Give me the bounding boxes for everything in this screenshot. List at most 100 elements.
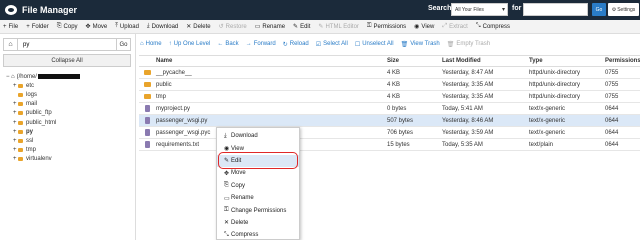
context-menu-item-rename[interactable]: ▭ Rename [217, 192, 299, 204]
tree-item-tmp[interactable]: + tmp [6, 146, 134, 155]
nav-button-label: Home [145, 41, 162, 47]
rename-icon: ▭ [254, 24, 261, 30]
toolbar-view-button[interactable]: ◉ View [414, 23, 434, 31]
toolbar-button-label: Copy [63, 23, 78, 30]
search-scope-select[interactable]: All Your Files [451, 3, 508, 16]
context-menu-item-copy[interactable]: ⎘ Copy [217, 180, 299, 192]
tree-item-logs[interactable]: logs [6, 90, 134, 99]
toolbar-upload-button[interactable]: ⤒ Upload [115, 23, 139, 30]
path-go-button[interactable]: Go [116, 39, 130, 50]
folder-icon [18, 138, 23, 143]
toolbar-folder-button[interactable]: + Folder [26, 24, 49, 30]
nav-empty-trash-button[interactable]: 🗑 Empty Trash [447, 41, 490, 48]
column-header-size[interactable]: Size [387, 58, 442, 64]
toolbar-button-label: Folder [31, 23, 49, 30]
plus-icon: + [3, 23, 7, 30]
nav-select-all-button[interactable]: ☑ Select All [316, 41, 348, 48]
sidebar: ⌂ Go Collapse All − ⌂ (/home/ +etclogs +m… [0, 34, 136, 240]
collapse-all-button[interactable]: Collapse All [3, 54, 131, 67]
context-menu-item-move[interactable]: ✥ Move [217, 167, 299, 179]
file-name: passenger_wsgi.py [156, 117, 208, 124]
file-permissions: 0755 [605, 81, 619, 88]
context-menu-item-label: Download [231, 133, 258, 140]
column-header-type[interactable]: Type [529, 58, 605, 64]
toolbar-permissions-button[interactable]: ⚿ Permissions [367, 23, 406, 30]
toolbar-copy-button[interactable]: ⎘ Copy [57, 23, 78, 30]
folder-icon [18, 102, 23, 107]
tree-item-public-ftp[interactable]: + public_ftp [6, 109, 134, 118]
path-bar: ⌂ Go [3, 38, 131, 51]
toolbar-edit-button[interactable]: ✎ Edit [293, 23, 310, 31]
tree-item-public-html[interactable]: + public_html [6, 118, 134, 127]
file-name: tmp [156, 93, 167, 100]
nav-button-label: Unselect All [362, 41, 394, 47]
toolbar-compress-button[interactable]: ⤡ Compress [476, 23, 510, 30]
tree-root[interactable]: − ⌂ (/home/ [6, 72, 134, 81]
home-icon: ⌂ [11, 73, 15, 80]
tree-item-label: public_html [26, 119, 57, 126]
toolbar-move-button[interactable]: ✥ Move [86, 23, 108, 31]
column-header-name[interactable]: Name [156, 58, 387, 64]
path-input[interactable] [18, 39, 116, 50]
toolbar-rename-button[interactable]: ▭ Rename [254, 23, 285, 31]
forward-icon: → [245, 41, 252, 47]
column-header-modified[interactable]: Last Modified [442, 58, 529, 64]
nav-forward-button[interactable]: → Forward [246, 41, 276, 47]
tree-item-etc[interactable]: + etc [6, 81, 134, 90]
toolbar-delete-button[interactable]: ✕ Delete [186, 23, 210, 31]
nav-back-button[interactable]: ← Back [217, 41, 238, 47]
folder-icon [18, 111, 23, 116]
toolbar-download-button[interactable]: ⤓ Download [147, 23, 178, 30]
context-menu-item-download[interactable]: ⤓ Download [217, 130, 299, 142]
context-menu-item-change-permissions[interactable]: ⚿ Change Permissions [217, 204, 299, 216]
table-row[interactable]: requirements.txt 15 bytes Today, 5:35 AM te… [139, 139, 640, 151]
table-row[interactable]: myproject.py 0 bytes Today, 5:41 AM text/x-… [139, 103, 640, 115]
file-icon [145, 117, 150, 124]
table-row[interactable]: passenger_wsgi.py 507 bytes Yesterday, 8:4… [139, 115, 640, 127]
table-row[interactable]: passenger_wsgi.pyc 706 bytes Yesterday, 3:… [139, 127, 640, 139]
home-icon[interactable]: ⌂ [4, 39, 18, 50]
nav-home-button[interactable]: ⌂ Home [140, 41, 162, 47]
context-menu-item-compress[interactable]: ⤡ Compress [217, 229, 299, 240]
context-menu-item-label: Delete [231, 219, 249, 226]
nav-button-label: Reload [289, 41, 309, 47]
table-row[interactable]: tmp 4 KB Yesterday, 3:35 AM httpd/unix-dire… [139, 91, 640, 103]
search-go-button[interactable]: Go [592, 3, 606, 16]
folder-icon [144, 82, 151, 87]
table-body: __pycache__ 4 KB Yesterday, 8:47 AM httpd/u… [139, 67, 640, 151]
rename-icon: ▭ [224, 195, 230, 202]
tree-item-virtualenv[interactable]: + virtualenv [6, 155, 134, 164]
nav-up-one-level-button[interactable]: ↑ Up One Level [169, 41, 211, 47]
permissions-icon: ⚿ [224, 207, 229, 214]
tree-item-label: py [26, 128, 34, 135]
tree-item-mail[interactable]: + mail [6, 100, 134, 109]
file-size: 0 bytes [387, 105, 407, 112]
nav-view-trash-button[interactable]: 🗑 View Trash [401, 41, 440, 48]
permissions-icon: ⚿ [366, 23, 372, 29]
search-input[interactable] [523, 3, 588, 16]
tree-item-py[interactable]: + py [6, 127, 134, 136]
file-name: public [156, 81, 172, 88]
file-name: myproject.py [156, 105, 191, 112]
toolbar-extract-button[interactable]: ⤢ Extract [442, 23, 467, 30]
table-row[interactable]: __pycache__ 4 KB Yesterday, 8:47 AM httpd/u… [139, 67, 640, 79]
toolbar-file-button[interactable]: + File [3, 24, 18, 30]
nav-unselect-all-button[interactable]: ☐ Unselect All [355, 41, 394, 48]
column-header-permissions[interactable]: Permissions [605, 58, 640, 64]
context-menu: ⤓ Download ◉ View ✎ Edit ✥ Move ⎘ Copy ▭ Rename ⚿ Cha… [216, 127, 300, 240]
tree-item-ssl[interactable]: + ssl [6, 136, 134, 145]
toolbar-html-editor-button[interactable]: ✎ HTML Editor [318, 23, 358, 31]
settings-button[interactable]: ⚙ Settings [608, 3, 639, 16]
download-icon: ⤓ [224, 132, 227, 139]
tree-item-label: mail [26, 101, 38, 108]
file-modified: Yesterday, 3:35 AM [442, 81, 494, 88]
toolbar-restore-button[interactable]: ↺ Restore [219, 23, 247, 31]
table-row[interactable]: public 4 KB Yesterday, 3:35 AM httpd/unix-d… [139, 79, 640, 91]
back-icon: ← [217, 41, 224, 47]
file-permissions: 0755 [605, 93, 619, 100]
toolbar-button-label: Extract [449, 23, 468, 30]
nav-reload-button[interactable]: ↻ Reload [283, 41, 309, 48]
folder-icon [18, 83, 23, 88]
context-menu-item-delete[interactable]: ✕ Delete [217, 217, 299, 229]
html-editor-icon: ✎ [318, 24, 324, 30]
